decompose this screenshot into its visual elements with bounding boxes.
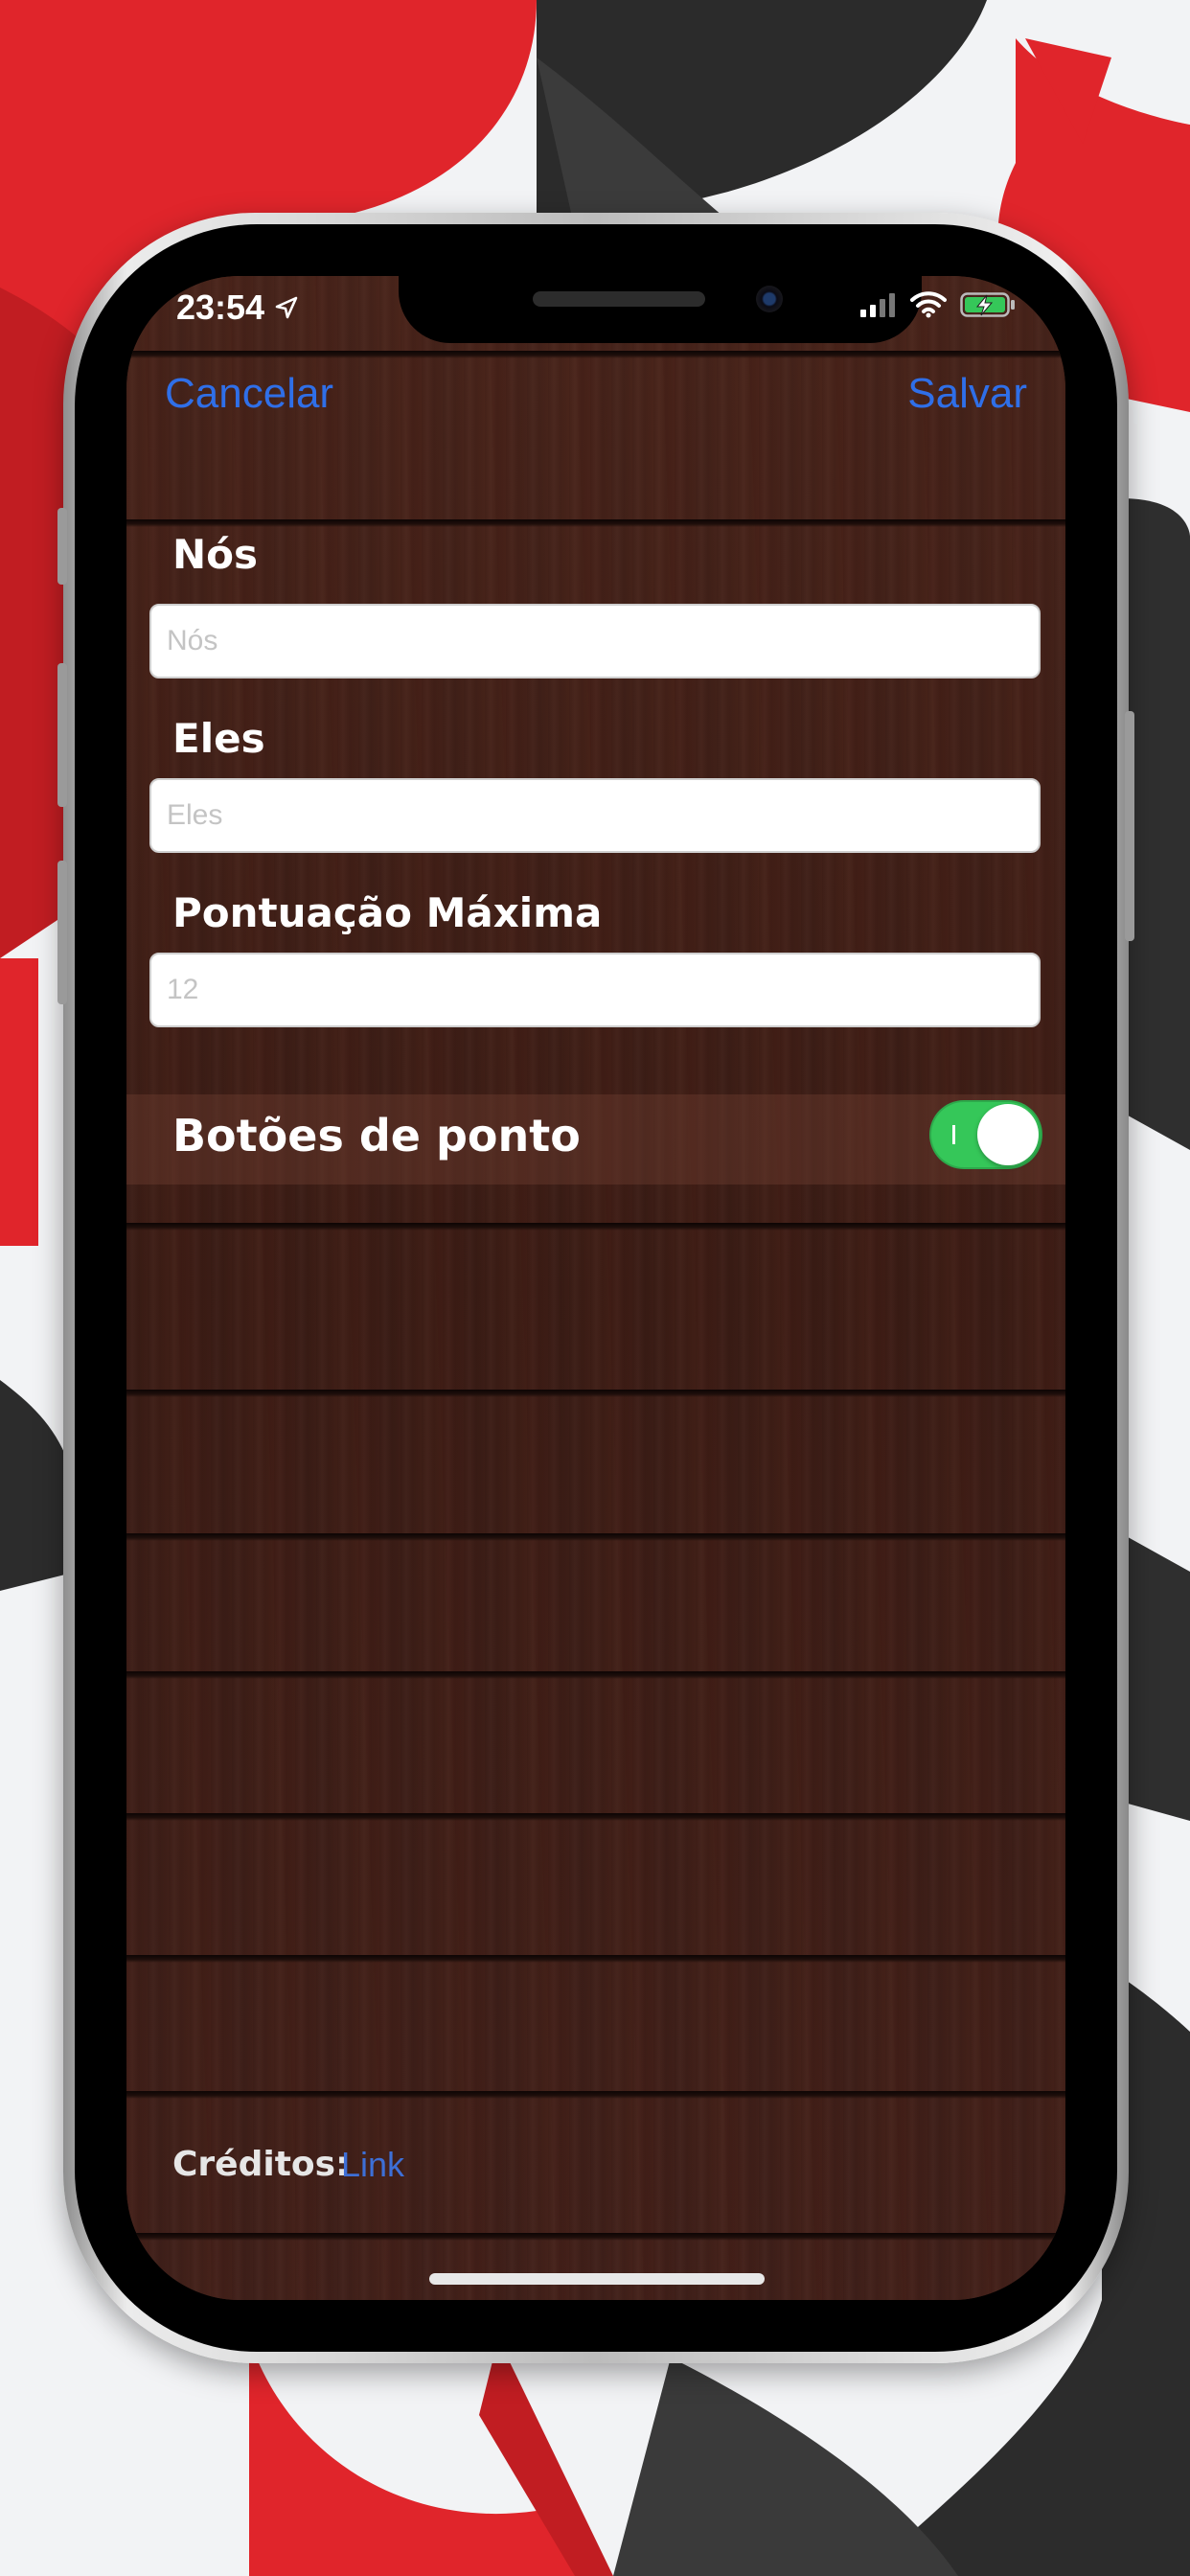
plank-divider <box>126 1533 1065 1541</box>
plank-divider <box>126 519 1065 527</box>
earpiece-speaker <box>533 291 705 307</box>
clock: 23:54 <box>176 288 265 327</box>
plank-divider <box>126 1671 1065 1679</box>
phone-frame: 23:54 Cancelar Salvar Nós Nós Eles Eles … <box>57 213 1134 2363</box>
team-us-label: Nós <box>172 531 259 578</box>
max-score-input[interactable] <box>149 953 1041 1027</box>
front-camera <box>756 286 783 312</box>
toggle-knob <box>977 1104 1039 1165</box>
point-buttons-toggle[interactable] <box>929 1100 1042 1169</box>
app-screen: 23:54 Cancelar Salvar Nós Nós Eles Eles … <box>126 276 1065 2300</box>
plank-divider <box>126 351 1065 358</box>
status-bar-time: 23:54 <box>176 288 299 328</box>
credits-link[interactable]: Link <box>341 2145 404 2185</box>
plank-divider <box>126 1813 1065 1821</box>
power-button <box>1125 711 1134 941</box>
volume-up-button <box>57 663 67 807</box>
mute-switch <box>57 508 67 585</box>
plank-divider <box>126 2233 1065 2241</box>
credits-label: Créditos: <box>172 2145 350 2184</box>
battery-charging-icon <box>960 292 1015 317</box>
home-indicator[interactable] <box>429 2273 765 2285</box>
team-them-label: Eles <box>172 715 265 762</box>
plank-divider <box>126 1390 1065 1397</box>
plank-divider <box>126 1223 1065 1230</box>
team-us-input[interactable] <box>149 604 1041 678</box>
team-them-input[interactable] <box>149 778 1041 853</box>
toggle-on-mark <box>952 1125 955 1144</box>
notch <box>399 276 922 343</box>
save-button[interactable]: Salvar <box>907 370 1027 418</box>
point-buttons-row: Botões de ponto <box>126 1094 1065 1184</box>
location-arrow-icon <box>275 296 298 319</box>
wood-background <box>126 276 1065 2300</box>
max-score-label: Pontuação Máxima <box>172 889 603 936</box>
wifi-icon <box>910 291 947 318</box>
cellular-signal-icon <box>860 293 895 317</box>
plank-divider <box>126 2091 1065 2099</box>
plank-divider <box>126 1955 1065 1963</box>
volume-down-button <box>57 861 67 1004</box>
cancel-button[interactable]: Cancelar <box>165 370 333 418</box>
status-bar-indicators <box>858 291 1016 318</box>
point-buttons-label: Botões de ponto <box>172 1110 581 1162</box>
